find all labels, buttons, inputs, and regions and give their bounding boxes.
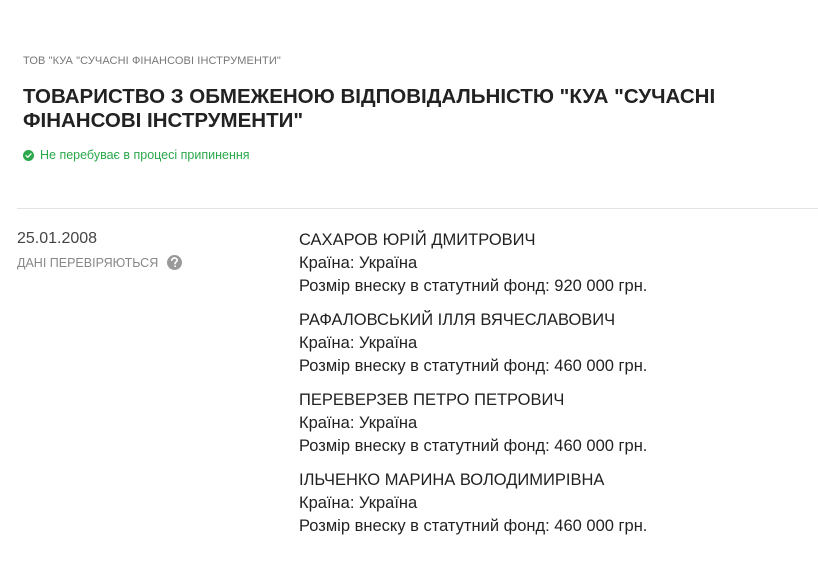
founder-contribution: Розмір внеску в статутний фонд: 460 000 … bbox=[299, 437, 648, 455]
company-short-name: ТОВ "КУА "СУЧАСНІ ФІНАНСОВІ ІНСТРУМЕНТИ" bbox=[23, 55, 281, 67]
founders-list: САХАРОВ ЮРІЙ ДМИТРОВИЧ Країна: Україна Р… bbox=[299, 229, 809, 549]
company-full-name: ТОВАРИСТВО З ОБМЕЖЕНОЮ ВІДПОВІДАЛЬНІСТЮ … bbox=[23, 85, 716, 132]
founder-item: РАФАЛОВСЬКИЙ ІЛЛЯ ВЯЧЕСЛАВОВИЧ Країна: У… bbox=[299, 309, 809, 378]
founder-contribution: Розмір внеску в статутний фонд: 460 000 … bbox=[299, 357, 648, 375]
founder-country: Країна: Україна bbox=[299, 494, 418, 512]
founder-country: Країна: Україна bbox=[299, 254, 418, 272]
founder-name: ІЛЬЧЕНКО МАРИНА ВОЛОДИМИРІВНА bbox=[299, 471, 605, 489]
founder-contribution: Розмір внеску в статутний фонд: 460 000 … bbox=[299, 517, 648, 535]
company-status-text: Не перебуває в процесі припинення bbox=[40, 148, 250, 162]
founder-name: САХАРОВ ЮРІЙ ДМИТРОВИЧ bbox=[299, 231, 536, 249]
founder-country: Країна: Україна bbox=[299, 334, 418, 352]
verification-status: ДАНІ ПЕРЕВІРЯЮТЬСЯ bbox=[17, 255, 183, 270]
founder-name: РАФАЛОВСЬКИЙ ІЛЛЯ ВЯЧЕСЛАВОВИЧ bbox=[299, 311, 616, 329]
section-divider bbox=[17, 208, 818, 209]
founder-contribution: Розмір внеску в статутний фонд: 920 000 … bbox=[299, 277, 648, 295]
question-mark-glyph bbox=[171, 257, 179, 268]
founder-item: САХАРОВ ЮРІЙ ДМИТРОВИЧ Країна: Україна Р… bbox=[299, 229, 809, 298]
check-circle-icon bbox=[23, 149, 34, 161]
founder-name: ПЕРЕВЕРЗЕВ ПЕТРО ПЕТРОВИЧ bbox=[299, 391, 565, 409]
verification-label: ДАНІ ПЕРЕВІРЯЮТЬСЯ bbox=[17, 255, 159, 270]
check-mark-glyph bbox=[25, 152, 32, 158]
founder-item: ІЛЬЧЕНКО МАРИНА ВОЛОДИМИРІВНА Країна: Ук… bbox=[299, 469, 809, 538]
question-circle-icon[interactable] bbox=[167, 255, 183, 270]
founder-item: ПЕРЕВЕРЗЕВ ПЕТРО ПЕТРОВИЧ Країна: Україн… bbox=[299, 389, 809, 458]
record-date: 25.01.2008 bbox=[17, 230, 98, 247]
company-page: ТОВ "КУА "СУЧАСНІ ФІНАНСОВІ ІНСТРУМЕНТИ"… bbox=[0, 0, 818, 587]
company-status: Не перебуває в процесі припинення bbox=[23, 148, 250, 162]
founder-country: Країна: Україна bbox=[299, 414, 418, 432]
